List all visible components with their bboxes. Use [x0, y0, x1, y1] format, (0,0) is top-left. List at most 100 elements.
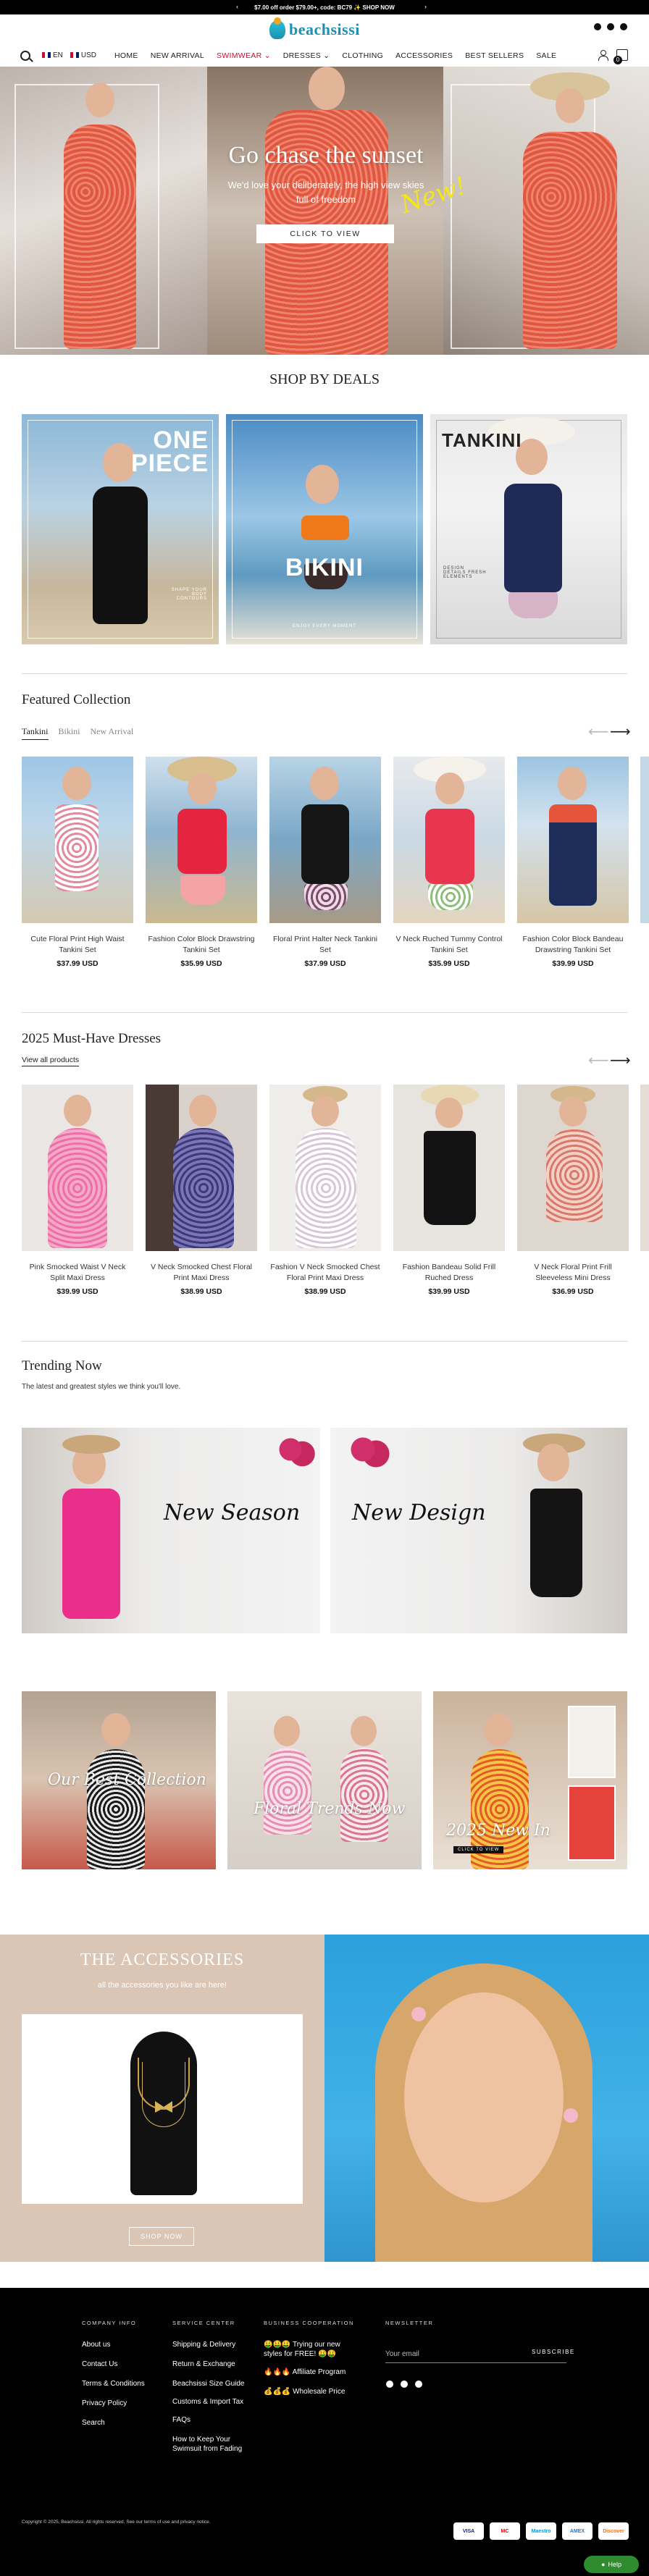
- menu-item-swimwear[interactable]: SWIMWEAR ⌄: [217, 51, 271, 60]
- accessories-model-photo[interactable]: [324, 1935, 649, 2262]
- model-face: [435, 773, 464, 804]
- deal-card-tankini[interactable]: TANKINI DESIGN DETAILS FRESH ELEMENTS: [430, 414, 627, 644]
- instagram-icon[interactable]: [415, 2381, 422, 2388]
- locale-selector[interactable]: EN USD: [42, 51, 96, 59]
- hair-flower-clip: [411, 2007, 426, 2021]
- product-image[interactable]: [517, 757, 629, 923]
- product-card[interactable]: Fashion Bandeau Solid Frill Ruched Dress…: [393, 1085, 505, 1296]
- product-card[interactable]: V Neck Smocked Chest Floral Print Maxi D…: [146, 1085, 257, 1296]
- hero-title: Go chase the sunset: [228, 142, 424, 169]
- product-name[interactable]: Pink Smocked Waist V Neck Split Maxi Dre…: [22, 1262, 133, 1284]
- deal-card-one-piece[interactable]: ONE PIECE SHAPE YOUR BODY CONTOURS: [22, 414, 219, 644]
- collection-tile[interactable]: Floral Trends Now: [227, 1691, 422, 1869]
- search-icon[interactable]: [20, 51, 30, 61]
- product-name[interactable]: Fashion Bandeau Solid Frill Ruched Dress: [393, 1262, 505, 1284]
- hero-cta-button[interactable]: CLICK TO VIEW: [256, 224, 394, 243]
- menu-item-dresses[interactable]: DRESSES ⌄: [283, 51, 330, 60]
- carousel-prev-arrow-icon[interactable]: ⟵: [588, 723, 609, 741]
- hero-banner[interactable]: New!: [0, 67, 649, 355]
- product-card[interactable]: Pink Smocked Waist V Neck Split Maxi Dre…: [22, 1085, 133, 1296]
- product-image[interactable]: [22, 757, 133, 923]
- tab-new-arrival[interactable]: New Arrival: [91, 726, 134, 740]
- subscribe-button[interactable]: SUBSCRIBE: [532, 2349, 575, 2355]
- footer-link[interactable]: How to Keep Your Swimsuit from Fading: [172, 2435, 245, 2454]
- product-name[interactable]: Fashion V Neck Smocked Chest Floral Prin…: [269, 1262, 381, 1284]
- footer-link[interactable]: About us: [82, 2340, 162, 2349]
- carousel-prev-arrow-icon[interactable]: ⟵: [588, 1051, 609, 1069]
- menu-item-best-sellers[interactable]: BEST SELLERS: [465, 51, 524, 60]
- product-name[interactable]: Cute Floral Print High Waist Tankini Set: [22, 934, 133, 956]
- footer-link[interactable]: Customs & Import Tax: [172, 2397, 245, 2407]
- product-card[interactable]: Floral Print Halter Neck Tankini Set $37…: [269, 757, 381, 968]
- chevron-right-icon[interactable]: ›: [424, 3, 427, 10]
- announcement-text[interactable]: $7.00 off order $79.00+, code: BC79 ✨ SH…: [254, 4, 395, 11]
- product-name[interactable]: V Neck Ruched Tummy Control Tankini Set: [393, 934, 505, 956]
- product-card[interactable]: Fashion Color Block Drawstring Tankini S…: [146, 757, 257, 968]
- menu-item-new-arrival[interactable]: NEW ARRIVAL: [151, 51, 204, 60]
- product-card[interactable]: V Neck Ruched Tummy Control Tankini Set …: [393, 757, 505, 968]
- currency-selector[interactable]: USD: [70, 51, 96, 59]
- product-card[interactable]: V Neck Floral Print Frill Sleeveless Min…: [517, 1085, 629, 1296]
- product-card[interactable]: Cute Floral Print High Waist Tankini Set…: [22, 757, 133, 968]
- facebook-icon[interactable]: [594, 23, 601, 30]
- trending-title: Trending Now: [22, 1358, 102, 1373]
- collection-tile[interactable]: Our Best Collection: [22, 1691, 216, 1869]
- tile-caption: Our Best Collection: [48, 1771, 206, 1789]
- cart-icon[interactable]: 0: [614, 49, 628, 64]
- menu-item-home[interactable]: HOME: [114, 51, 138, 60]
- language-selector[interactable]: EN: [42, 51, 63, 59]
- footer-link[interactable]: Shipping & Delivery: [172, 2340, 245, 2349]
- carousel-next-arrow-icon[interactable]: ⟶: [610, 723, 631, 741]
- product-card[interactable]: Fashion Color Block Bandeau Drawstring T…: [517, 757, 629, 968]
- product-image[interactable]: [269, 1085, 381, 1251]
- product-image[interactable]: [393, 757, 505, 923]
- footer-link[interactable]: 💰💰💰 Wholesale Price: [264, 2387, 358, 2396]
- product-name[interactable]: V Neck Smocked Chest Floral Print Maxi D…: [146, 1262, 257, 1284]
- footer-link[interactable]: 🤑🤑🤑 Trying our new styles for FREE! 🤑🤑: [264, 2340, 358, 2359]
- footer-link[interactable]: Privacy Policy: [82, 2399, 162, 2408]
- product-image[interactable]: [393, 1085, 505, 1251]
- footer-link[interactable]: FAQs: [172, 2415, 245, 2425]
- footer-link[interactable]: 🔥🔥🔥 Affiliate Program: [264, 2367, 358, 2377]
- product-price: $39.99 USD: [56, 1287, 99, 1296]
- menu-item-sale[interactable]: SALE: [536, 51, 556, 60]
- collection-tile[interactable]: 2025 New In CLICK TO VIEW: [433, 1691, 627, 1869]
- announcement-bar[interactable]: ‹ $7.00 off order $79.00+, code: BC79 ✨ …: [0, 0, 649, 14]
- product-name[interactable]: V Neck Floral Print Frill Sleeveless Min…: [517, 1262, 629, 1284]
- new-design-banner[interactable]: New Design: [330, 1428, 627, 1633]
- tab-bikini[interactable]: Bikini: [59, 726, 80, 740]
- product-image[interactable]: [517, 1085, 629, 1251]
- menu-item-clothing[interactable]: CLOTHING: [342, 51, 383, 60]
- carousel-next-arrow-icon[interactable]: ⟶: [610, 1051, 631, 1069]
- product-name[interactable]: Fashion Color Block Drawstring Tankini S…: [146, 934, 257, 956]
- banner-script-text: New Design: [352, 1500, 486, 1525]
- tab-tankini[interactable]: Tankini: [22, 726, 49, 740]
- new-season-banner[interactable]: New Season: [22, 1428, 320, 1633]
- necklace-image[interactable]: [22, 2014, 303, 2204]
- pinterest-icon[interactable]: [401, 2381, 408, 2388]
- tile-cta-button[interactable]: CLICK TO VIEW: [453, 1846, 504, 1853]
- footer-link[interactable]: Return & Exchange: [172, 2360, 245, 2369]
- pinterest-icon[interactable]: [607, 23, 614, 30]
- deal-card-bikini[interactable]: BIKINI ENJOY EVERY MOMENT: [226, 414, 423, 644]
- footer-link[interactable]: Beachsissi Size Guide: [172, 2379, 245, 2388]
- view-all-products-link[interactable]: View all products: [22, 1056, 80, 1066]
- shop-now-button[interactable]: SHOP NOW: [129, 2227, 194, 2246]
- facebook-icon[interactable]: [386, 2381, 393, 2388]
- product-card[interactable]: Fashion V Neck Smocked Chest Floral Prin…: [269, 1085, 381, 1296]
- instagram-icon[interactable]: [620, 23, 627, 30]
- help-button[interactable]: ● Help: [584, 2556, 639, 2573]
- footer-link[interactable]: Terms & Conditions: [82, 2379, 162, 2388]
- product-image[interactable]: [146, 1085, 257, 1251]
- product-image[interactable]: [22, 1085, 133, 1251]
- footer-link[interactable]: Contact Us: [82, 2360, 162, 2369]
- product-image[interactable]: [269, 757, 381, 923]
- chevron-left-icon[interactable]: ‹: [236, 3, 238, 10]
- menu-item-accessories[interactable]: ACCESSORIES: [395, 51, 453, 60]
- product-name[interactable]: Floral Print Halter Neck Tankini Set: [269, 934, 381, 956]
- footer-link[interactable]: Search: [82, 2418, 162, 2428]
- site-logo[interactable]: beachsissi: [269, 17, 360, 42]
- account-icon[interactable]: [598, 50, 608, 62]
- product-name[interactable]: Fashion Color Block Bandeau Drawstring T…: [517, 934, 629, 956]
- product-image[interactable]: [146, 757, 257, 923]
